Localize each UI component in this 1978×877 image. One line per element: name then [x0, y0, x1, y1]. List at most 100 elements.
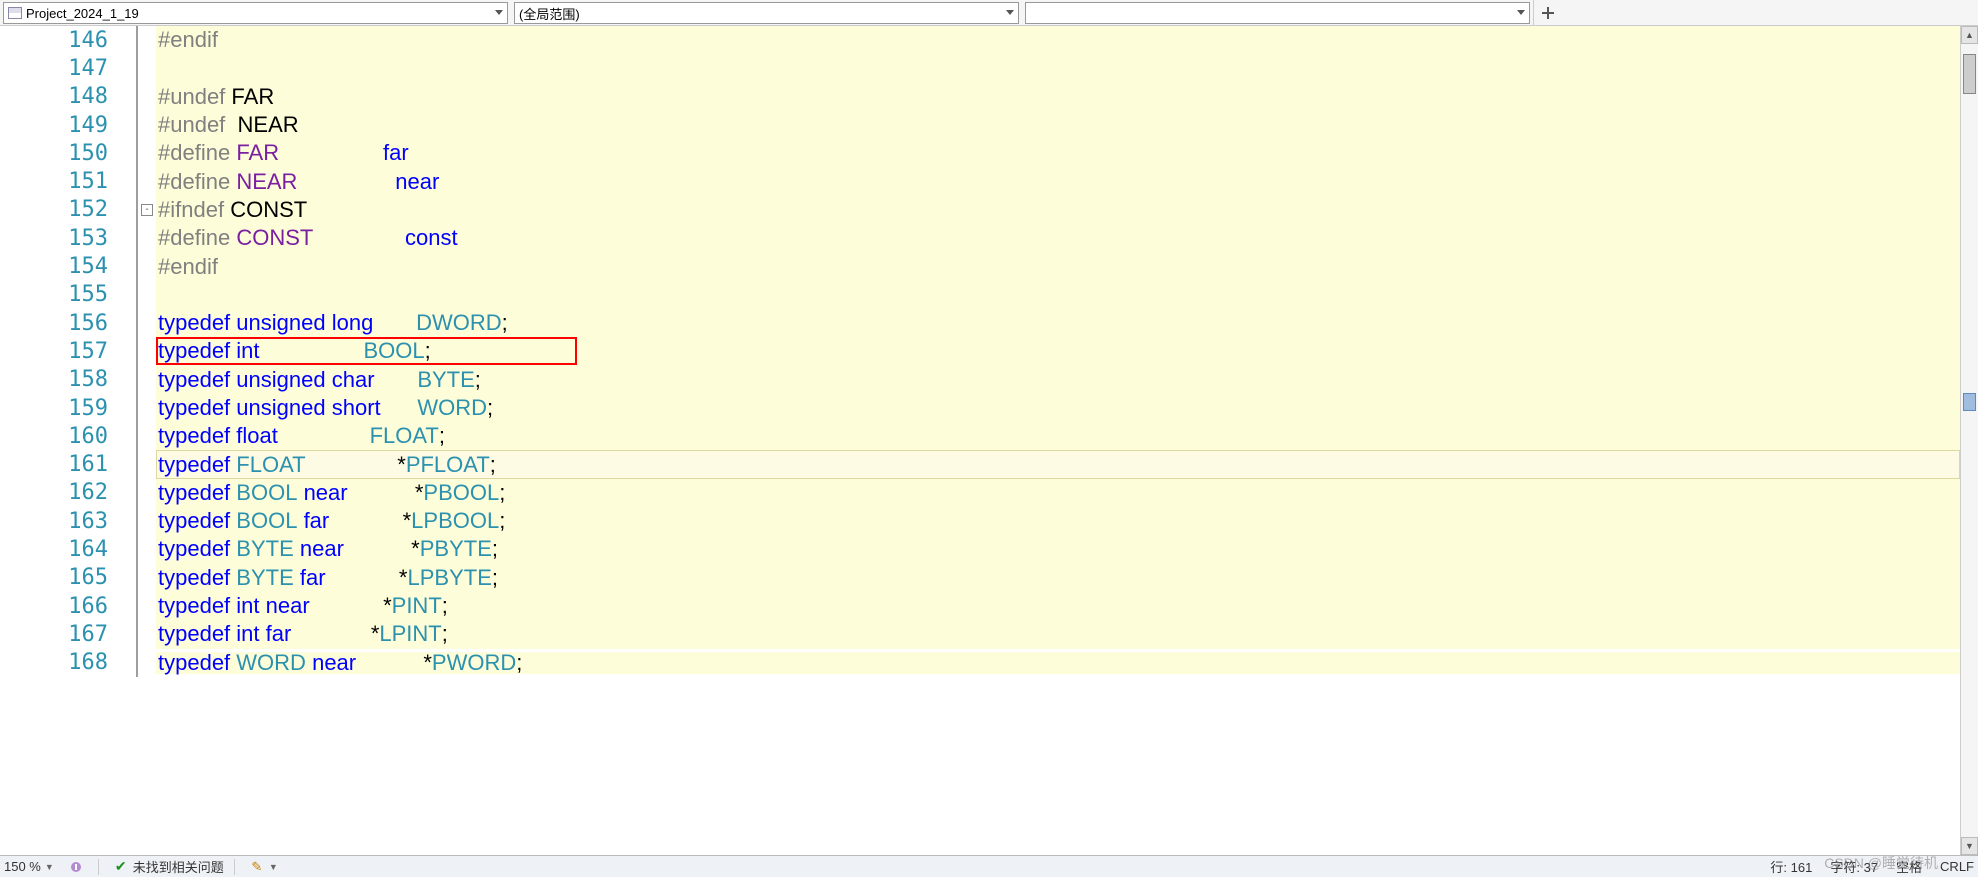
intellisense-icon[interactable]	[68, 859, 84, 875]
line-number[interactable]: 152	[0, 196, 138, 224]
fold-gutter[interactable]	[138, 26, 156, 54]
code-content[interactable]: typedef int BOOL;	[156, 337, 1960, 365]
fold-gutter[interactable]	[138, 309, 156, 337]
code-content[interactable]: typedef BOOL far *LPBOOL;	[156, 507, 1960, 535]
code-line[interactable]: 167typedef int far *LPINT;	[0, 620, 1960, 648]
fold-gutter[interactable]	[138, 337, 156, 365]
code-line[interactable]: 156typedef unsigned long DWORD;	[0, 309, 1960, 337]
code-line[interactable]: 148 #undef FAR	[0, 83, 1960, 111]
fold-gutter[interactable]	[138, 620, 156, 648]
line-number[interactable]: 161	[0, 450, 138, 478]
line-number[interactable]: 146	[0, 26, 138, 54]
cursor-char[interactable]: 字符: 37	[1830, 857, 1878, 876]
code-content[interactable]: typedef float FLOAT;	[156, 422, 1960, 450]
fold-gutter[interactable]	[138, 422, 156, 450]
fold-gutter[interactable]	[138, 111, 156, 139]
issues-text[interactable]: 未找到相关问题	[133, 857, 224, 876]
fold-gutter[interactable]	[138, 592, 156, 620]
code-line[interactable]: 155	[0, 281, 1960, 309]
code-content[interactable]: typedef FLOAT *PFLOAT;	[156, 450, 1960, 478]
line-number[interactable]: 154	[0, 252, 138, 280]
line-number[interactable]: 168	[0, 649, 138, 677]
code-line[interactable]: 164 typedef BYTE near *PBYTE;	[0, 535, 1960, 563]
fold-gutter[interactable]: -	[138, 196, 156, 224]
zoom-level[interactable]: 150 %	[4, 859, 41, 874]
code-line[interactable]: 168 typedef WORD near *PWORD;	[0, 649, 1960, 677]
fold-gutter[interactable]	[138, 224, 156, 252]
code-content[interactable]: typedef WORD near *PWORD;	[156, 652, 1960, 674]
code-line[interactable]: 153 #define CONST const	[0, 224, 1960, 252]
indent-mode[interactable]: 空格	[1896, 857, 1922, 876]
line-number[interactable]: 150	[0, 139, 138, 167]
code-content[interactable]	[156, 54, 1960, 82]
code-content[interactable]: typedef BYTE near *PBYTE;	[156, 535, 1960, 563]
code-line[interactable]: 159typedef unsigned short WORD;	[0, 394, 1960, 422]
scope-dropdown[interactable]: (全局范围)	[514, 2, 1019, 24]
line-number[interactable]: 163	[0, 507, 138, 535]
line-number[interactable]: 149	[0, 111, 138, 139]
code-line[interactable]: 149 #undef NEAR	[0, 111, 1960, 139]
code-line[interactable]: 163 typedef BOOL far *LPBOOL;	[0, 507, 1960, 535]
code-content[interactable]: #define CONST const	[156, 224, 1960, 252]
code-content[interactable]: #define NEAR near	[156, 167, 1960, 195]
code-line[interactable]: 151 #define NEAR near	[0, 167, 1960, 195]
fold-gutter[interactable]	[138, 54, 156, 82]
scroll-thumb[interactable]	[1963, 54, 1976, 94]
line-number[interactable]: 158	[0, 366, 138, 394]
code-line[interactable]: 146 #endif	[0, 26, 1960, 54]
code-content[interactable]: #undef FAR	[156, 83, 1960, 111]
code-line[interactable]: 154 #endif	[0, 252, 1960, 280]
line-number[interactable]: 165	[0, 564, 138, 592]
split-window-button[interactable]	[1533, 0, 1561, 25]
code-content[interactable]: #undef NEAR	[156, 111, 1960, 139]
member-dropdown[interactable]	[1025, 2, 1530, 24]
code-line[interactable]: 162 typedef BOOL near *PBOOL;	[0, 479, 1960, 507]
code-content[interactable]	[156, 281, 1960, 309]
chevron-down-icon[interactable]: ▼	[269, 862, 278, 872]
fold-gutter[interactable]	[138, 366, 156, 394]
code-line[interactable]: 150 #define FAR far	[0, 139, 1960, 167]
line-number[interactable]: 162	[0, 479, 138, 507]
code-line[interactable]: 166typedef int near *PINT;	[0, 592, 1960, 620]
scroll-up-button[interactable]: ▲	[1961, 26, 1978, 44]
fold-gutter[interactable]	[138, 167, 156, 195]
fold-gutter[interactable]	[138, 479, 156, 507]
code-content[interactable]: #endif	[156, 26, 1960, 54]
fold-toggle[interactable]: -	[141, 204, 153, 216]
code-content[interactable]: typedef unsigned char BYTE;	[156, 366, 1960, 394]
code-content[interactable]: typedef int near *PINT;	[156, 592, 1960, 620]
fold-gutter[interactable]	[138, 507, 156, 535]
fold-gutter[interactable]	[138, 281, 156, 309]
code-content[interactable]: typedef unsigned short WORD;	[156, 394, 1960, 422]
code-line[interactable]: 157 typedef int BOOL;	[0, 337, 1960, 365]
line-number[interactable]: 151	[0, 167, 138, 195]
cursor-line[interactable]: 行: 161	[1770, 857, 1812, 876]
line-number[interactable]: 157	[0, 337, 138, 365]
fold-gutter[interactable]	[138, 535, 156, 563]
fold-gutter[interactable]	[138, 394, 156, 422]
code-content[interactable]: #define FAR far	[156, 139, 1960, 167]
code-content[interactable]: typedef BOOL near *PBOOL;	[156, 479, 1960, 507]
code-line[interactable]: 158 typedef unsigned char BYTE;	[0, 366, 1960, 394]
line-number[interactable]: 153	[0, 224, 138, 252]
code-content[interactable]: #endif	[156, 252, 1960, 280]
line-number[interactable]: 167	[0, 620, 138, 648]
code-line[interactable]: 161 typedef FLOAT *PFLOAT;	[0, 450, 1960, 478]
fold-gutter[interactable]	[138, 252, 156, 280]
code-line[interactable]: 160 typedef float FLOAT;	[0, 422, 1960, 450]
line-number[interactable]: 155	[0, 281, 138, 309]
code-line[interactable]: 165typedef BYTE far *LPBYTE;	[0, 564, 1960, 592]
line-number[interactable]: 160	[0, 422, 138, 450]
line-number[interactable]: 147	[0, 54, 138, 82]
line-number[interactable]: 148	[0, 83, 138, 111]
fold-gutter[interactable]	[138, 139, 156, 167]
code-content[interactable]: #ifndef CONST	[156, 196, 1960, 224]
fold-gutter[interactable]	[138, 649, 156, 677]
scroll-down-button[interactable]: ▼	[1961, 837, 1978, 855]
scroll-track[interactable]	[1961, 44, 1978, 837]
project-dropdown[interactable]: Project_2024_1_19	[3, 2, 508, 24]
fold-gutter[interactable]	[138, 450, 156, 478]
line-number[interactable]: 164	[0, 535, 138, 563]
code-content[interactable]: typedef unsigned long DWORD;	[156, 309, 1960, 337]
code-editor[interactable]: 146#endif147148#undef FAR149#undef NEAR1…	[0, 26, 1978, 855]
